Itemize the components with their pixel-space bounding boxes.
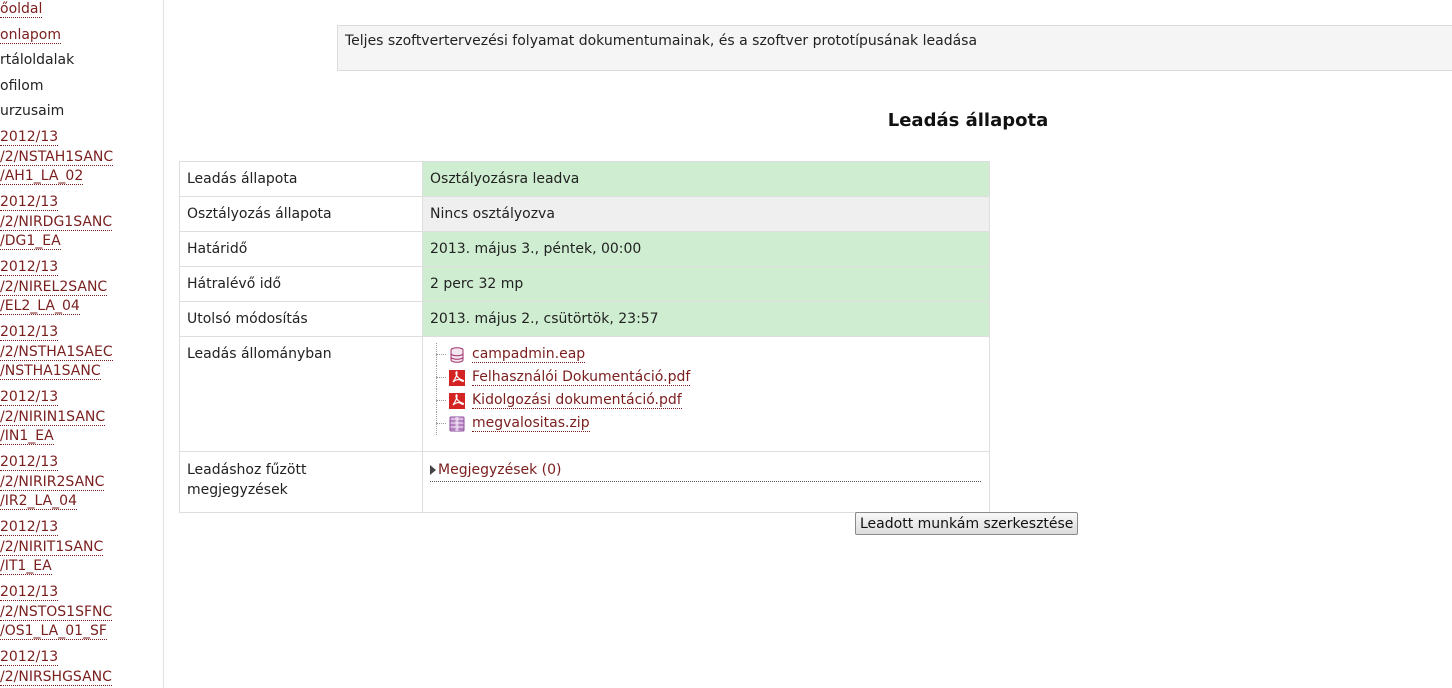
sidebar-course-4[interactable]: 2012/13 /2/NSTHA1SAEC /NSTHA1SANC [0,323,163,382]
submission-comments-label: Leadáshoz fűzött megjegyzések [179,451,423,513]
submitted-files-cell: campadmin.eap Felhasználói Dokumentáció.… [422,336,990,452]
file-link-campadmin[interactable]: campadmin.eap [472,346,586,363]
submission-status-value: Osztályozásra leadva [422,161,990,197]
assignment-description: Teljes szoftvertervezési folyamat dokume… [337,25,1452,71]
course-link-line3[interactable]: /NSTHA1SANC [0,363,101,380]
course-link-line3[interactable]: /AH1_LA_02 [0,168,84,185]
table-row: Utolsó módosítás 2013. május 2., csütört… [179,301,990,337]
course-link-line1[interactable]: 2012/13 [0,389,59,406]
course-link-line3[interactable]: /IN1_EA [0,428,54,445]
submitted-files-label: Leadás állományban [179,336,423,452]
grading-status-label: Osztályozás állapota [179,196,423,232]
course-link-line1[interactable]: 2012/13 [0,194,59,211]
due-date-value: 2013. május 3., péntek, 00:00 [422,231,990,267]
file-link-elaboration-documentation[interactable]: Kidolgozási dokumentáció.pdf [472,392,682,409]
course-link-line1[interactable]: 2012/13 [0,649,59,666]
sidebar-course-1[interactable]: 2012/13 /2/NSTAH1SANC /AH1_LA_02 [0,128,163,187]
edit-submission-button[interactable]: Leadott munkám szerkesztése [855,512,1079,535]
grading-status-value: Nincs osztályozva [422,196,990,232]
file-item: Felhasználói Dokumentáció.pdf [436,366,982,389]
course-link-line1[interactable]: 2012/13 [0,259,59,276]
course-link-line1[interactable]: 2012/13 [0,454,59,471]
submission-status-table: Leadás állapota Osztályozásra leadva Osz… [179,161,990,513]
table-row: Hátralévő idő 2 perc 32 mp [179,266,990,302]
archive-icon [449,416,465,432]
course-link-line2[interactable]: /2/NSTAH1SANC [0,148,114,166]
comments-link[interactable]: Megjegyzések (0) [438,462,562,478]
course-link-line1[interactable]: 2012/13 [0,324,59,341]
pdf-icon [449,370,465,386]
file-link-user-documentation[interactable]: Felhasználói Dokumentáció.pdf [472,369,691,386]
sidebar-course-2[interactable]: 2012/13 /2/NIRDG1SANC /DG1_EA [0,193,163,252]
course-link-line2[interactable]: /2/NIRSHGSANC [0,668,112,686]
sidebar-item-my-page[interactable]: onlapom [0,26,61,45]
course-link-line1[interactable]: 2012/13 [0,519,59,536]
expand-triangle-icon[interactable] [430,465,436,475]
table-row: Osztályozás állapota Nincs osztályozva [179,196,990,232]
course-link-line2[interactable]: /2/NIRDG1SANC [0,213,113,231]
sidebar-item-my-courses[interactable]: urzusaim [0,102,64,121]
sidebar-course-7[interactable]: 2012/13 /2/NIRIT1SANC /IT1_EA [0,518,163,577]
sidebar-course-3[interactable]: 2012/13 /2/NIREL2SANC /EL2_LA_04 [0,258,163,317]
last-modified-value: 2013. május 2., csütörtök, 23:57 [422,301,990,337]
sidebar-course-8[interactable]: 2012/13 /2/NSTOS1SFNC /OS1_LA_01_SF [0,583,163,642]
table-row: Leadás állományban campadmin.eap Felhasz… [179,336,990,452]
course-link-line1[interactable]: 2012/13 [0,584,59,601]
sidebar-item-site-pages[interactable]: rtáloldalak [0,51,74,70]
table-row: Határidő 2013. május 3., péntek, 00:00 [179,231,990,267]
sidebar-item-home[interactable]: őoldal [0,0,43,19]
submission-status-heading: Leadás állapota [887,110,1049,131]
course-link-line3[interactable]: /IT1_EA [0,558,52,575]
submission-status-label: Leadás állapota [179,161,423,197]
file-tree: campadmin.eap Felhasználói Dokumentáció.… [436,343,982,435]
table-row: Leadáshoz fűzött megjegyzések Megjegyzés… [179,451,990,513]
course-link-line1[interactable]: 2012/13 [0,129,59,146]
course-link-line2[interactable]: /2/NIREL2SANC [0,278,108,296]
submission-comments-label-line2: megjegyzések [187,482,288,498]
database-icon [450,347,464,363]
sidebar-item-my-page-link[interactable]: onlapom [0,27,61,44]
file-link-megvalositas[interactable]: megvalositas.zip [472,415,590,432]
course-link-line3[interactable]: /DG1_EA [0,233,61,250]
submission-comments-cell: Megjegyzések (0) [422,451,990,513]
file-item: campadmin.eap [436,343,982,366]
sidebar-course-6[interactable]: 2012/13 /2/NIRIR2SANC /IR2_LA_04 [0,453,163,512]
assignment-description-text: Teljes szoftvertervezési folyamat dokume… [345,33,978,49]
time-remaining-label: Hátralévő idő [179,266,423,302]
sidebar-course-5[interactable]: 2012/13 /2/NIRIN1SANC /IN1_EA [0,388,163,447]
last-modified-label: Utolsó módosítás [179,301,423,337]
course-link-line2[interactable]: /2/NSTOS1SFNC [0,603,113,621]
file-item: megvalositas.zip [436,412,982,435]
sidebar-item-home-link[interactable]: őoldal [0,1,43,18]
sidebar: őoldal onlapom rtáloldalak ofilom urzusa… [0,0,164,688]
time-remaining-value: 2 perc 32 mp [422,266,990,302]
due-date-label: Határidő [179,231,423,267]
course-link-line2[interactable]: /2/NSTHA1SAEC [0,343,113,361]
comments-toggle[interactable]: Megjegyzések (0) [430,461,981,482]
file-item: Kidolgozási dokumentáció.pdf [436,389,982,412]
course-link-line3[interactable]: /OS1_LA_01_SF [0,623,107,640]
course-link-line3[interactable]: /EL2_LA_04 [0,298,80,315]
course-link-line2[interactable]: /2/NIRIT1SANC [0,538,104,556]
course-link-line2[interactable]: /2/NIRIR2SANC [0,473,105,491]
submission-comments-label-line1: Leadáshoz fűzött [187,462,307,478]
pdf-icon [449,393,465,409]
course-link-line2[interactable]: /2/NIRIN1SANC [0,408,106,426]
table-row: Leadás állapota Osztályozásra leadva [179,161,990,197]
sidebar-course-9[interactable]: 2012/13 /2/NIRSHGSANC [0,648,163,687]
sidebar-item-my-profile[interactable]: ofilom [0,77,43,96]
course-link-line3[interactable]: /IR2_LA_04 [0,493,77,510]
